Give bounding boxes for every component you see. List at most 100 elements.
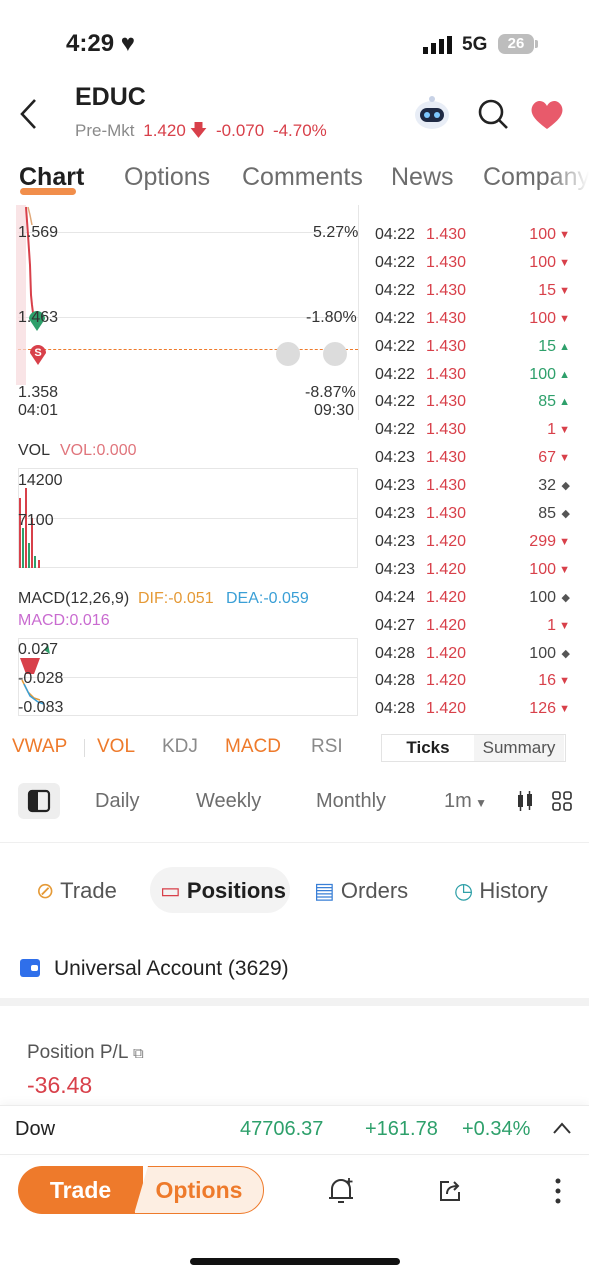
fullscreen-icon[interactable]	[276, 342, 300, 366]
indicator-kdj[interactable]: KDJ	[162, 736, 198, 758]
tick-volume: 100	[529, 588, 556, 606]
grid-layout-icon[interactable]	[552, 791, 572, 811]
jump-to-latest-icon[interactable]	[323, 342, 347, 366]
indicator-vol[interactable]: VOL	[97, 736, 135, 758]
sell-marker-label: S	[34, 347, 41, 359]
wallet-icon	[20, 959, 40, 977]
tick-direction-icon: ▼	[559, 229, 570, 241]
divider	[84, 739, 85, 757]
battery-icon: 26	[498, 34, 534, 54]
tick-direction-icon: ▼	[559, 284, 570, 297]
tick-price: 1.430	[426, 421, 467, 439]
tick-row: 04:24 1.420 100 ◆	[375, 584, 570, 612]
grid-line	[18, 518, 358, 519]
sidebar-toggle-button[interactable]	[18, 783, 60, 819]
network-label: 5G	[462, 34, 488, 55]
tick-volume: 299	[529, 532, 556, 550]
tab-options[interactable]: Options	[124, 163, 210, 192]
history-icon: ◷	[454, 878, 474, 903]
dropdown-icon: ▼	[471, 796, 488, 810]
tick-price: 1.420	[426, 644, 467, 662]
tick-price: 1.420	[426, 672, 467, 690]
ticks-toggle-button[interactable]: Ticks	[382, 735, 474, 761]
change-value: -0.070	[216, 121, 265, 140]
period-monthly[interactable]: Monthly	[316, 790, 386, 813]
account-name[interactable]: Universal Account (3629)	[54, 957, 289, 981]
candlestick-icon[interactable]	[515, 791, 535, 811]
robot-assistant-icon[interactable]	[412, 94, 452, 132]
position-pl-label: Position P/L ⧉	[27, 1042, 144, 1064]
tick-volume: 16	[538, 672, 556, 690]
tick-volume: 100	[529, 226, 556, 243]
vol-tick-high: 14200	[18, 472, 63, 489]
search-icon[interactable]	[476, 97, 510, 131]
back-arrow-icon[interactable]	[18, 98, 40, 130]
tick-time: 04:28	[375, 672, 416, 690]
tick-row: 04:22 1.430 15 ▼	[375, 277, 570, 305]
tick-price: 1.430	[426, 505, 467, 522]
tick-row: 04:23 1.420 299 ▼	[375, 528, 570, 556]
grid-line	[18, 677, 358, 678]
tick-time: 04:23	[375, 532, 416, 550]
tick-volume: 1	[547, 421, 556, 439]
tick-price: 1.430	[426, 281, 467, 299]
indicator-macd[interactable]: MACD	[225, 736, 281, 758]
trade-tab-label: Trade	[60, 878, 117, 903]
period-weekly[interactable]: Weekly	[196, 790, 261, 813]
tick-direction-icon: ◆	[561, 508, 570, 520]
sell-marker-icon: S	[30, 345, 46, 365]
price-low-pct: -8.87%	[305, 384, 356, 401]
macd-tick-low: -0.083	[18, 699, 64, 716]
tick-row: 04:28 1.420 126 ▼	[375, 695, 570, 723]
period-1m-label: 1m	[444, 790, 472, 812]
favorite-heart-icon[interactable]	[529, 99, 565, 131]
tick-price: 1.430	[426, 337, 467, 355]
tick-direction-icon: ▼	[559, 675, 570, 688]
tick-time: 04:22	[375, 365, 416, 383]
status-time: 4:29 ♥	[66, 30, 135, 58]
vol-tick-mid: 7100	[18, 512, 54, 529]
trade-icon: ⊘	[36, 878, 55, 903]
share-icon[interactable]	[437, 1178, 463, 1204]
current-price-line	[18, 349, 358, 350]
history-tab[interactable]: ◷ History	[454, 878, 548, 904]
tick-volume: 126	[529, 700, 556, 718]
trade-tab[interactable]: ⊘ Trade	[36, 878, 117, 904]
positions-tab[interactable]: ▭ Positions	[160, 878, 286, 904]
indicator-vwap[interactable]: VWAP	[12, 736, 67, 758]
tick-time: 04:22	[375, 309, 416, 327]
tick-row: 04:22 1.430 15 ▲	[375, 333, 570, 361]
tick-time: 04:22	[375, 393, 416, 411]
tick-price: 1.430	[426, 226, 467, 243]
tick-row: 04:27 1.420 1 ▼	[375, 612, 570, 640]
more-options-icon[interactable]	[553, 1176, 563, 1206]
tick-price: 1.420	[426, 700, 467, 718]
tick-row: 04:22 1.430 1 ▼	[375, 416, 570, 444]
period-1m[interactable]: 1m ▼	[444, 790, 487, 813]
vol-title: VOL	[18, 442, 51, 459]
tab-comments[interactable]: Comments	[242, 163, 363, 192]
position-pl-value: -36.48	[27, 1072, 93, 1098]
price-high-pct: 5.27%	[313, 224, 359, 241]
price-alert-icon[interactable]	[327, 1176, 355, 1206]
tick-volume: 100	[529, 365, 556, 383]
tab-chart[interactable]: Chart	[19, 163, 84, 192]
tick-time: 04:23	[375, 560, 416, 578]
orders-tab[interactable]: ▤ Orders	[314, 878, 408, 904]
tick-direction-icon: ▲	[559, 396, 570, 409]
tick-volume: 15	[538, 281, 556, 299]
share-icon[interactable]: ⧉	[133, 1045, 144, 1062]
period-daily[interactable]: Daily	[95, 790, 139, 813]
tick-volume: 100	[529, 644, 556, 662]
index-change-pct: +0.34%	[462, 1118, 531, 1140]
tick-row: 04:23 1.430 32 ◆	[375, 472, 570, 500]
chevron-up-icon[interactable]	[552, 1121, 572, 1135]
tab-fade	[549, 160, 589, 194]
tab-news[interactable]: News	[391, 163, 454, 192]
indicator-rsi[interactable]: RSI	[311, 736, 343, 758]
options-button[interactable]: Options	[134, 1166, 264, 1214]
tick-time: 04:24	[375, 588, 416, 606]
trade-button[interactable]: Trade	[18, 1166, 143, 1214]
summary-toggle-button[interactable]: Summary	[474, 735, 564, 761]
tick-time: 04:22	[375, 226, 416, 243]
